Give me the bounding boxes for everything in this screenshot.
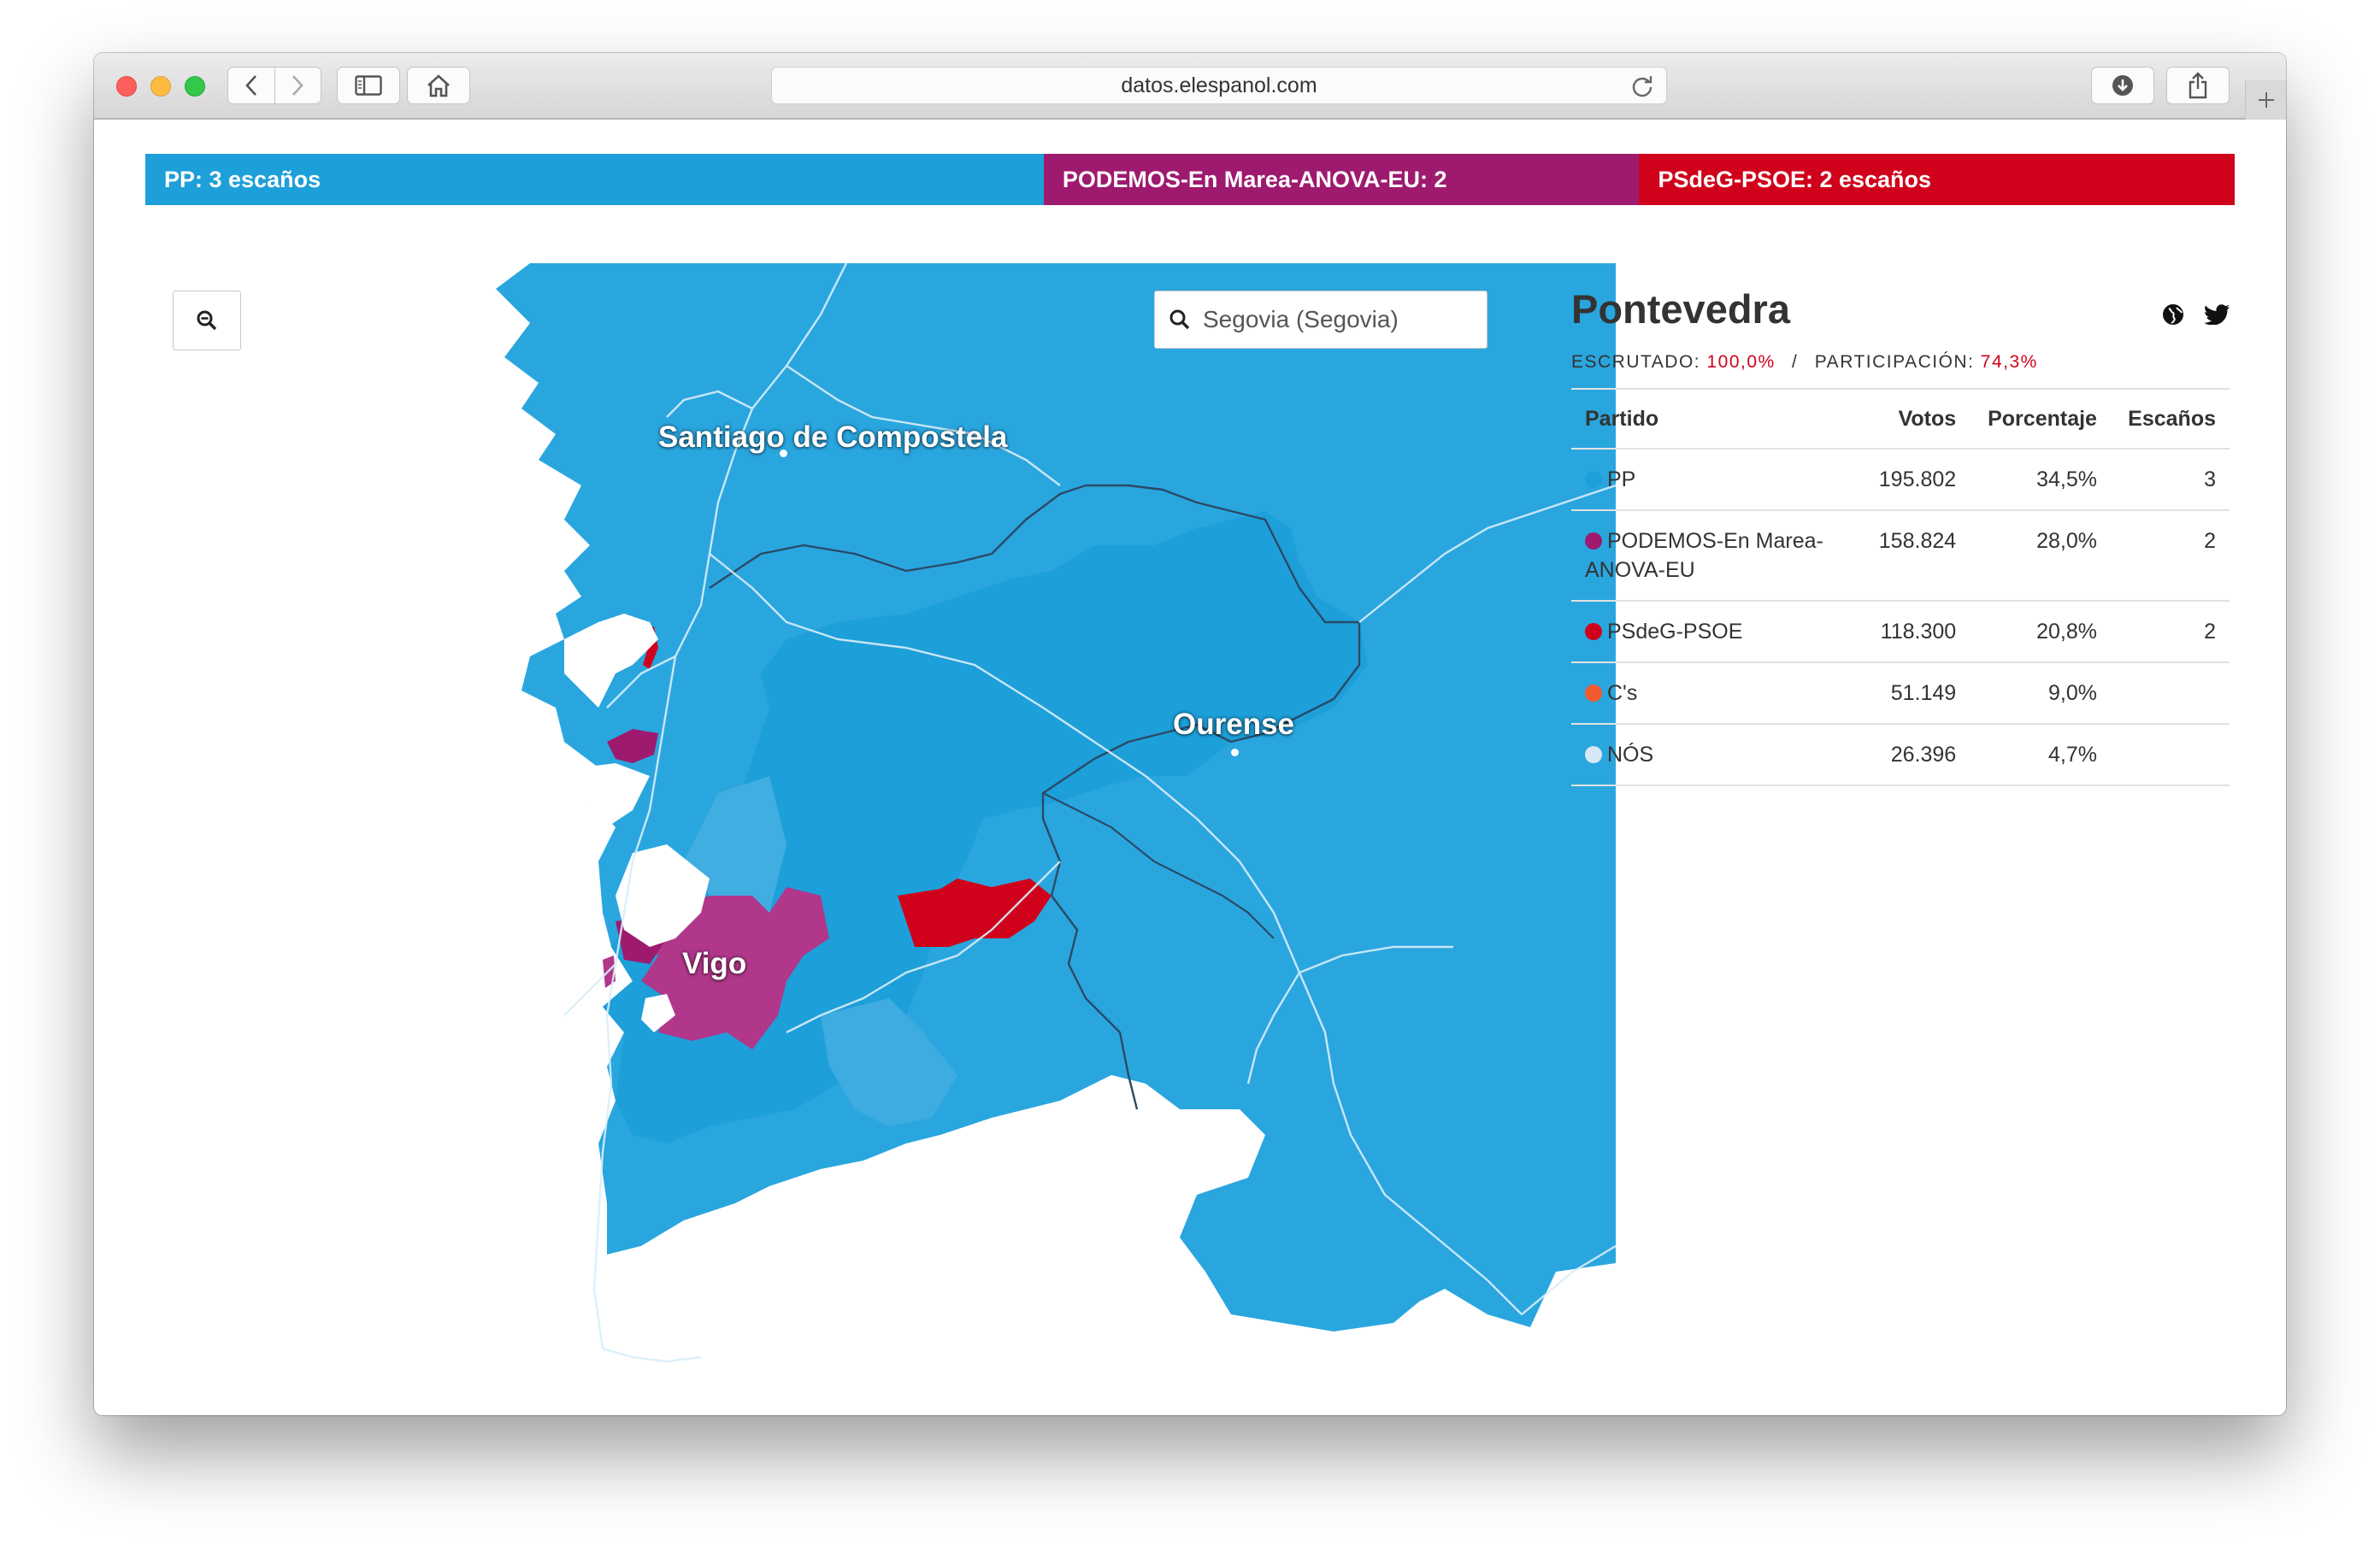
city-label-vigo: Vigo [682, 947, 747, 980]
votes-cell: 51.149 [1862, 662, 1971, 725]
chevron-right-icon [292, 75, 303, 96]
votes-cell: 158.824 [1862, 510, 1971, 602]
downloads-button[interactable] [2091, 67, 2154, 104]
chevron-left-icon [244, 75, 256, 96]
stats-separator: / [1792, 352, 1799, 372]
results-panel: Pontevedra ESCRUTADO: 100,0% / PARTICIPA… [1571, 284, 2230, 786]
city-label-ourense: Ourense [1173, 708, 1294, 741]
escrutado-label: ESCRUTADO: [1571, 352, 1701, 372]
party-cell: PODEMOS-En Marea-ANOVA-EU [1571, 510, 1862, 602]
province-title: Pontevedra [1571, 286, 1790, 332]
votes-cell: 26.396 [1862, 724, 1971, 786]
party-color-dot [1585, 623, 1602, 640]
seats-cell [2110, 724, 2230, 786]
percent-cell: 28,0% [1970, 510, 2111, 602]
maximize-window-button[interactable] [185, 76, 205, 97]
browser-toolbar: datos.elespanol.com [94, 53, 2286, 120]
header-percent: Porcentaje [1970, 388, 2111, 450]
seat-segment: PODEMOS-En Marea-ANOVA-EU: 2 [1043, 154, 1640, 205]
twitter-icon[interactable] [2204, 303, 2230, 325]
browser-window: datos.elespanol.com PP: 3 escaños PODEMOS… [94, 53, 2286, 1415]
home-button[interactable] [407, 67, 470, 104]
sidebar-icon [355, 75, 382, 96]
party-color-dot [1585, 471, 1602, 488]
seats-cell [2110, 662, 2230, 725]
map-search-input[interactable] [1203, 306, 1476, 333]
map-search-box[interactable] [1154, 291, 1488, 349]
party-color-dot [1585, 746, 1602, 763]
results-table: Partido Votos Porcentaje Escaños PP 195.8… [1571, 388, 2230, 786]
party-name: C's [1607, 681, 1638, 705]
header-seats: Escaños [2110, 388, 2230, 450]
party-cell: NÓS [1571, 724, 1862, 786]
forward-button[interactable] [274, 67, 321, 104]
seat-segment: PP: 3 escaños [145, 154, 1044, 205]
votes-cell: 118.300 [1862, 601, 1971, 663]
result-row: NÓS 26.396 4,7% [1571, 724, 2230, 786]
scrutiny-stats: ESCRUTADO: 100,0% / PARTICIPACIÓN: 74,3% [1571, 352, 2230, 373]
participacion-value: 74,3% [1980, 352, 2038, 372]
party-name: PODEMOS-En Marea-ANOVA-EU [1585, 529, 1823, 582]
zoom-out-button[interactable] [173, 291, 241, 350]
party-cell: C's [1571, 662, 1862, 725]
share-icon [2189, 72, 2207, 99]
escrutado-value: 100,0% [1706, 352, 1776, 372]
home-icon [427, 74, 450, 97]
zoom-out-icon [197, 310, 217, 331]
new-tab-button[interactable] [2245, 80, 2286, 120]
address-bar[interactable]: datos.elespanol.com [771, 67, 1667, 104]
sidebar-button[interactable] [337, 67, 400, 104]
party-name: PP [1607, 467, 1636, 491]
plus-icon [2258, 92, 2274, 108]
party-color-dot [1585, 685, 1602, 702]
party-name: NÓS [1607, 743, 1654, 767]
navigation-buttons [227, 67, 321, 104]
party-cell: PP [1571, 449, 1862, 511]
percent-cell: 9,0% [1970, 662, 2111, 725]
party-name: PSdeG-PSOE [1607, 620, 1743, 644]
search-icon [1169, 309, 1190, 330]
votes-cell: 195.802 [1862, 449, 1971, 511]
minimize-window-button[interactable] [150, 76, 171, 97]
result-row: PSdeG-PSOE 118.300 20,8% 2 [1571, 601, 2230, 663]
seat-segment: PSdeG-PSOE: 2 escaños [1639, 154, 2235, 205]
party-color-dot [1585, 532, 1602, 550]
panel-actions [2161, 303, 2230, 326]
reload-icon[interactable] [1630, 74, 1654, 98]
share-button[interactable] [2166, 67, 2230, 104]
result-row: PP 195.802 34,5% 3 [1571, 449, 2230, 511]
participacion-label: PARTICIPACIÓN: [1814, 352, 1975, 372]
party-cell: PSdeG-PSOE [1571, 601, 1862, 663]
results-header-row: Partido Votos Porcentaje Escaños [1571, 388, 2230, 450]
url-text: datos.elespanol.com [1121, 73, 1317, 97]
result-row: C's 51.149 9,0% [1571, 662, 2230, 725]
download-icon [2112, 75, 2133, 96]
percent-cell: 4,7% [1970, 724, 2111, 786]
header-votes: Votos [1862, 388, 1971, 450]
percent-cell: 34,5% [1970, 449, 2111, 511]
ourense-marker [1231, 749, 1239, 756]
seats-cell: 2 [2110, 601, 2230, 663]
header-party: Partido [1571, 388, 1862, 450]
back-button[interactable] [228, 67, 274, 104]
seat-distribution-bar: PP: 3 escaños PODEMOS-En Marea-ANOVA-EU: … [145, 154, 2235, 205]
seats-cell: 3 [2110, 449, 2230, 511]
percent-cell: 20,8% [1970, 601, 2111, 663]
result-row: PODEMOS-En Marea-ANOVA-EU 158.824 28,0% 2 [1571, 510, 2230, 602]
close-window-button[interactable] [116, 76, 137, 97]
globe-icon[interactable] [2161, 303, 2185, 326]
seats-cell: 2 [2110, 510, 2230, 602]
city-label-santiago: Santiago de Compostela [658, 420, 1008, 454]
election-map[interactable]: Santiago de Compostela Ourense Vigo [308, 263, 1616, 1366]
